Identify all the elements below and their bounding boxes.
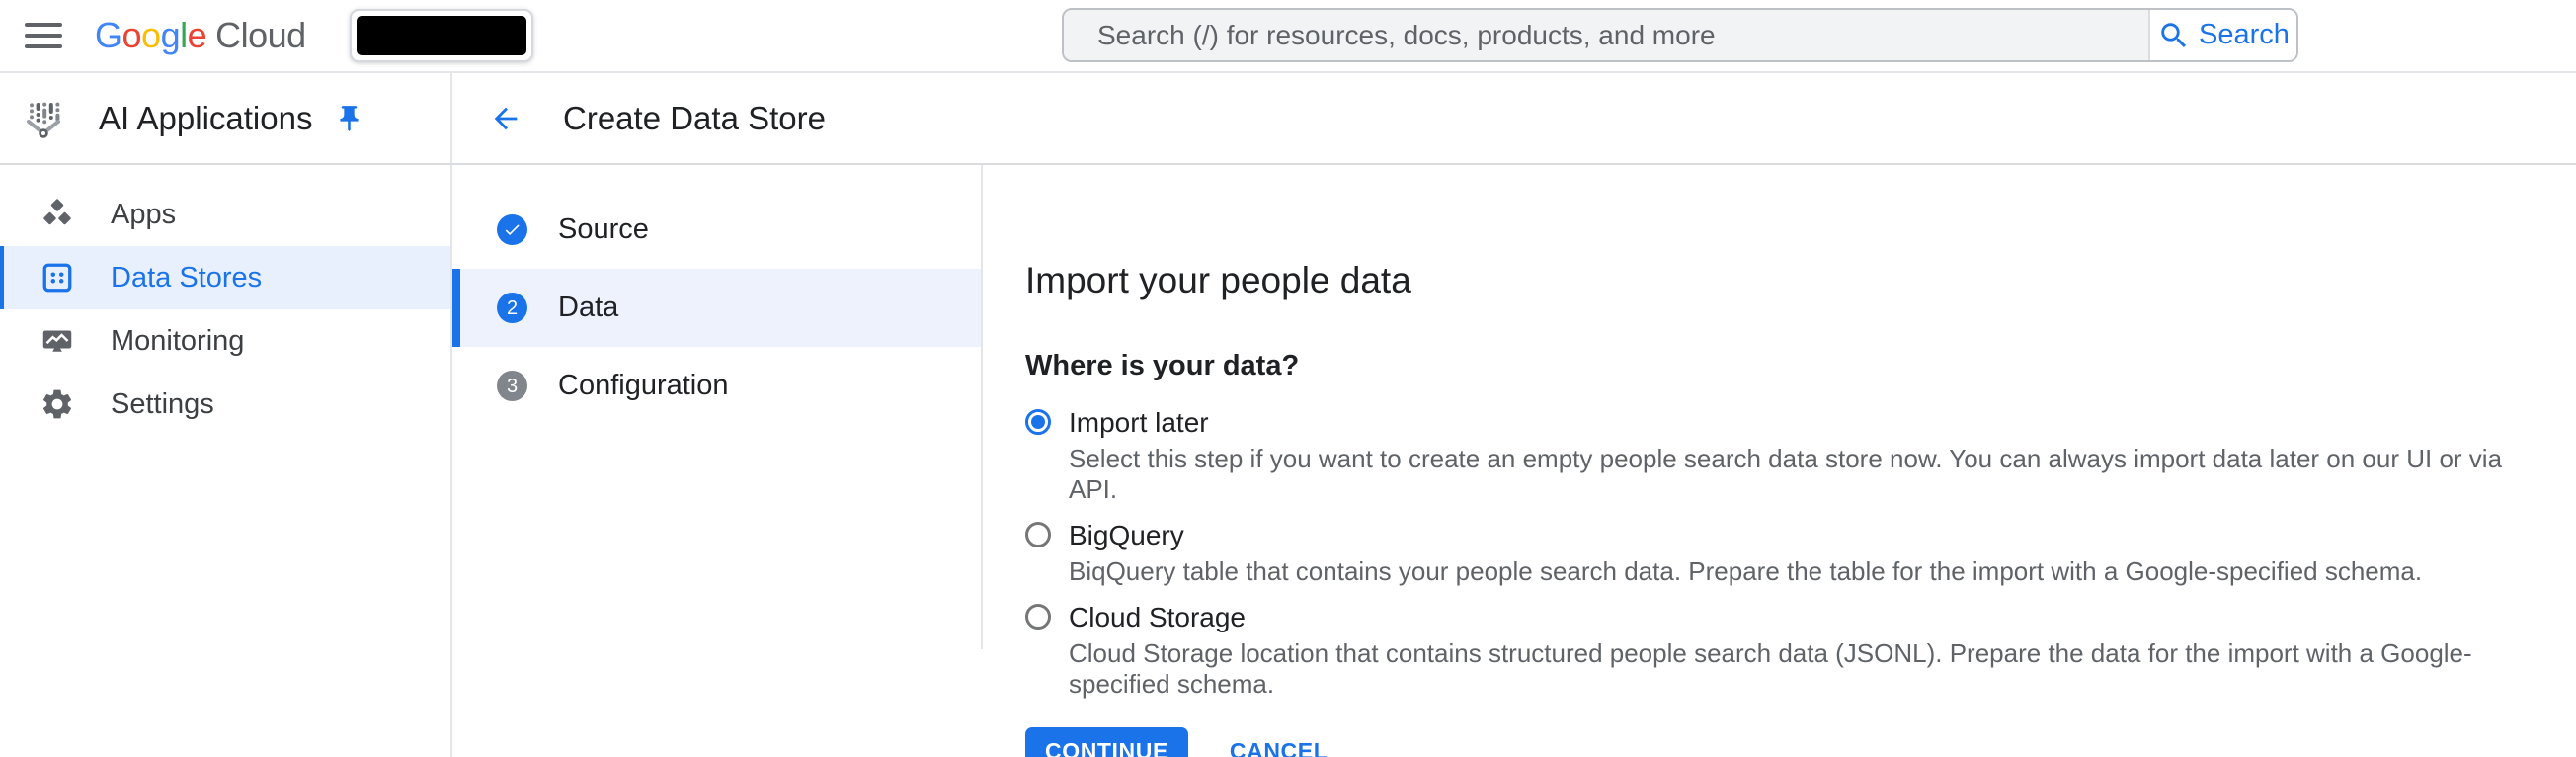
- question-label: Where is your data?: [1025, 350, 2517, 382]
- search-button-label: Search: [2199, 19, 2290, 51]
- product-bar: AI Applications Create Data Store: [0, 73, 2576, 165]
- radio-bigquery[interactable]: [1025, 522, 1051, 547]
- sidebar-item-apps[interactable]: Apps: [0, 183, 450, 246]
- monitoring-icon: [40, 323, 75, 359]
- page-header: Create Data Store: [452, 73, 2576, 163]
- sidebar-item-label: Apps: [111, 199, 176, 231]
- option-description: Cloud Storage location that contains str…: [1069, 638, 2517, 700]
- cancel-button[interactable]: CANCEL: [1224, 737, 1333, 757]
- apps-icon: [40, 197, 75, 232]
- step-number-badge: 2: [497, 293, 527, 323]
- option-label: BigQuery: [1069, 519, 2422, 551]
- step-number-badge: 3: [497, 371, 527, 401]
- back-button[interactable]: [482, 95, 529, 142]
- option-description: BiqQuery table that contains your people…: [1069, 556, 2422, 587]
- option-bigquery[interactable]: BigQuery BiqQuery table that contains yo…: [1025, 519, 2517, 587]
- gear-icon: [40, 386, 75, 422]
- sidebar-nav: Apps Data Stores: [0, 165, 452, 757]
- unpin-button[interactable]: [334, 103, 364, 133]
- option-label: Cloud Storage: [1069, 601, 2517, 633]
- gcp-console-screen: Google Cloud Search: [0, 0, 2576, 757]
- sidebar-item-label: Data Stores: [111, 262, 262, 294]
- sidebar-item-monitoring[interactable]: Monitoring: [0, 309, 450, 373]
- project-selector[interactable]: [350, 9, 533, 62]
- option-description: Select this step if you want to create a…: [1069, 444, 2517, 505]
- sidebar-item-label: Monitoring: [111, 325, 244, 358]
- main-menu-button[interactable]: [6, 0, 81, 71]
- sidebar-item-label: Settings: [111, 388, 214, 421]
- main-content: Import your people data Where is your da…: [983, 165, 2576, 757]
- data-source-options: Import later Select this step if you wan…: [1025, 406, 2517, 700]
- step-label: Configuration: [558, 370, 729, 402]
- logo-letter: l: [180, 15, 188, 56]
- option-cloud-storage[interactable]: Cloud Storage Cloud Storage location tha…: [1025, 601, 2517, 700]
- page-title: Create Data Store: [563, 100, 826, 137]
- search-button[interactable]: Search: [2148, 10, 2296, 60]
- logo-letter: G: [95, 15, 122, 56]
- hamburger-icon: [25, 23, 62, 27]
- global-search-bar: Search: [1062, 8, 2298, 62]
- step-completed-check-icon: [497, 214, 527, 245]
- google-cloud-logo[interactable]: Google Cloud: [95, 15, 306, 56]
- radio-cloud-storage[interactable]: [1025, 604, 1051, 630]
- product-header: AI Applications: [0, 73, 452, 163]
- step-configuration[interactable]: 3 Configuration: [452, 347, 981, 425]
- radio-import-later[interactable]: [1025, 409, 1051, 435]
- logo-cloud-text: Cloud: [215, 15, 306, 56]
- page-heading: Import your people data: [1025, 258, 2517, 303]
- data-stores-icon: [40, 260, 75, 295]
- project-selector-redacted: [357, 16, 526, 55]
- logo-letter: o: [141, 15, 161, 56]
- step-data[interactable]: 2 Data: [452, 269, 981, 347]
- sidebar-item-data-stores[interactable]: Data Stores: [0, 246, 450, 309]
- option-label: Import later: [1069, 406, 2517, 439]
- sidebar-item-settings[interactable]: Settings: [0, 373, 450, 436]
- step-source[interactable]: Source: [452, 191, 981, 269]
- ai-applications-icon: [20, 95, 67, 142]
- option-import-later[interactable]: Import later Select this step if you wan…: [1025, 406, 2517, 505]
- wizard-stepper: Source 2 Data 3 Configuration: [452, 165, 983, 649]
- logo-letter: e: [188, 15, 207, 56]
- body-row: Apps Data Stores: [0, 165, 2576, 757]
- step-label: Source: [558, 213, 649, 246]
- product-name: AI Applications: [99, 100, 312, 137]
- form-actions: CONTINUE CANCEL: [1025, 727, 2517, 757]
- search-input[interactable]: [1064, 10, 2148, 60]
- logo-letter: g: [161, 15, 181, 56]
- pin-icon: [334, 122, 364, 136]
- step-label: Data: [558, 292, 618, 324]
- logo-letter: o: [122, 15, 142, 56]
- top-app-bar: Google Cloud Search: [0, 0, 2576, 73]
- arrow-back-icon: [489, 124, 523, 138]
- continue-button[interactable]: CONTINUE: [1025, 727, 1188, 757]
- search-icon: [2157, 19, 2191, 52]
